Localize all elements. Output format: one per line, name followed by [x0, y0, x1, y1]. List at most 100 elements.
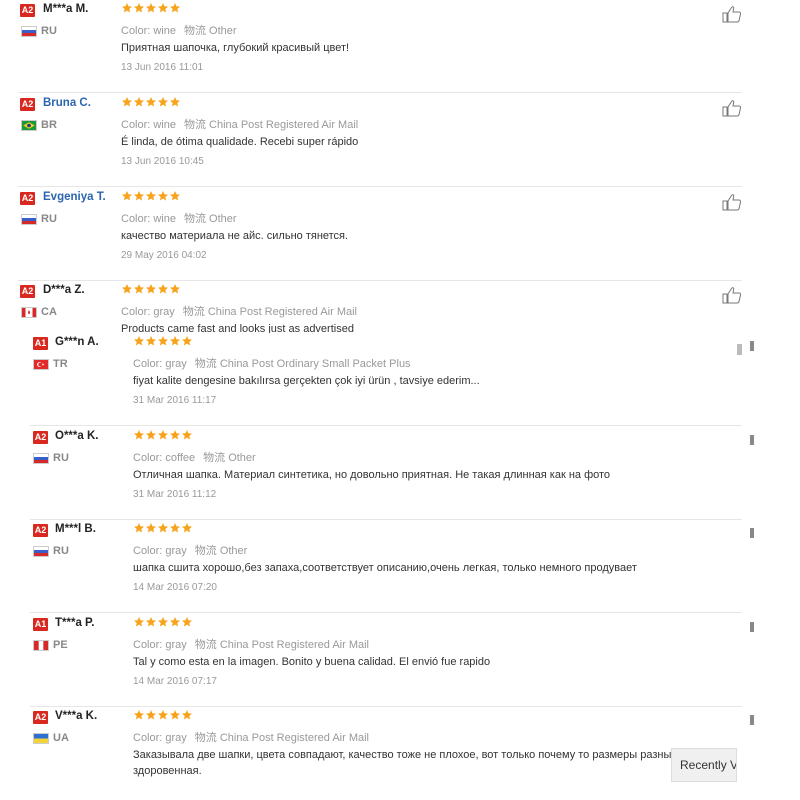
star-icon	[145, 190, 157, 202]
br-flag-icon	[21, 120, 37, 131]
color-label: Color:	[133, 639, 163, 651]
star-icon	[181, 616, 193, 628]
review-item: A2 D***a Z. CA Color: gray 物流 China Post Regi…	[0, 281, 752, 333]
shipping-label: 物流	[183, 119, 206, 131]
star-icon	[145, 96, 157, 108]
star-icon	[169, 190, 181, 202]
helpful-icon[interactable]	[750, 715, 754, 725]
buyer-level-badge: A1	[33, 337, 48, 350]
review-text: Tal y como esta en la imagen. Bonito y b…	[133, 656, 491, 668]
star-icon	[145, 522, 157, 534]
ru-flag-icon	[21, 214, 37, 225]
helpful-icon[interactable]	[750, 528, 754, 538]
shipping-label: 物流	[194, 358, 217, 370]
review-item: A1 G***n A. TR Color: gray 物流 China Post Ordi…	[12, 333, 754, 426]
star-icon	[145, 429, 157, 441]
reviewer-name: M***l B.	[55, 523, 96, 535]
tr-flag-icon	[33, 359, 49, 370]
rating-stars	[133, 616, 193, 630]
order-info: Color: gray 物流 China Post Registered Air M…	[133, 636, 369, 652]
color-value: gray	[153, 306, 175, 318]
divider	[30, 425, 742, 426]
review-text: É linda, de ótima qualidade. Recebi supe…	[121, 136, 359, 148]
star-icon	[157, 283, 169, 295]
review-item: A2 O***a K. RU Color: coffee 物流 Other Отличная…	[12, 427, 754, 520]
recently-viewed-tab[interactable]: Recently Vi	[671, 748, 737, 782]
star-icon	[169, 616, 181, 628]
reviewer-name: D***a Z.	[43, 284, 85, 296]
color-value: gray	[165, 732, 187, 744]
rating-stars	[121, 2, 181, 16]
buyer-level-badge: A2	[20, 285, 35, 298]
reviewer-country: RU	[53, 545, 69, 557]
color-value: wine	[153, 213, 176, 225]
shipping-value: Other	[209, 25, 237, 37]
star-icon	[181, 429, 193, 441]
star-icon	[133, 335, 145, 347]
color-label: Color:	[121, 25, 151, 37]
shipping-label: 物流	[203, 452, 226, 464]
star-icon	[157, 190, 169, 202]
star-icon	[121, 190, 133, 202]
reviewer-name: T***a P.	[55, 617, 95, 629]
review-text: Products came fast and looks just as adv…	[121, 323, 354, 333]
star-icon	[181, 522, 193, 534]
divider	[18, 92, 742, 93]
helpful-icon[interactable]	[750, 341, 754, 351]
buyer-level-badge: A1	[33, 618, 48, 631]
color-value: gray	[165, 639, 187, 651]
reviewer-country: RU	[53, 452, 69, 464]
thumbs-up-icon[interactable]	[722, 5, 742, 23]
star-icon	[133, 522, 145, 534]
thumbs-up-icon[interactable]	[722, 99, 742, 117]
star-icon	[157, 96, 169, 108]
reviewer-country: RU	[41, 213, 57, 225]
buyer-level-badge: A2	[20, 192, 35, 205]
rating-stars	[121, 283, 181, 297]
reviewer-name[interactable]: Evgeniya T.	[43, 191, 106, 203]
helpful-icon[interactable]	[750, 435, 754, 445]
rating-stars	[121, 190, 181, 204]
star-icon	[133, 709, 145, 721]
order-info: Color: wine 物流 China Post Registered Air M…	[121, 116, 358, 132]
divider	[18, 186, 742, 187]
ca-flag-icon	[21, 307, 37, 318]
star-icon	[145, 335, 157, 347]
order-info: Color: coffee 物流 Other	[133, 449, 256, 465]
reviewer-name: M***a M.	[43, 3, 89, 15]
review-date: 14 Mar 2016 07:17	[133, 676, 217, 687]
review-text: Приятная шапочка, глубокий красивый цвет…	[121, 42, 350, 54]
star-icon	[169, 429, 181, 441]
reviewer-country: TR	[53, 358, 68, 370]
reviewer-name[interactable]: Bruna C.	[43, 97, 91, 109]
order-info: Color: gray 物流 China Post Ordinary Small P…	[133, 355, 411, 371]
color-label: Color:	[121, 306, 151, 318]
buyer-level-badge: A2	[20, 4, 35, 17]
thumbs-up-icon[interactable]	[722, 193, 742, 211]
color-label: Color:	[133, 452, 163, 464]
shipping-label: 物流	[194, 639, 217, 651]
review-date: 13 Jun 2016 10:45	[121, 156, 204, 167]
review-date: 31 Mar 2016 11:12	[133, 489, 217, 500]
color-value: wine	[153, 25, 176, 37]
review-item: A2 M***l B. RU Color: gray 物流 Other шапка сшит…	[12, 520, 754, 613]
star-icon	[157, 429, 169, 441]
buyer-level-badge: A2	[33, 524, 48, 537]
star-icon	[181, 709, 193, 721]
shipping-value: Other	[209, 213, 237, 225]
helpful-icon[interactable]	[750, 622, 754, 632]
review-text: Отличная шапка. Материал синтетика, но д…	[133, 469, 611, 481]
review-item: A1 T***a P. PE Color: gray 物流 China Post Regi…	[12, 614, 754, 707]
buyer-level-badge: A2	[33, 431, 48, 444]
order-info: Color: gray 物流 Other	[133, 542, 247, 558]
star-icon	[181, 335, 193, 347]
star-icon	[133, 96, 145, 108]
ru-flag-icon	[21, 26, 37, 37]
star-icon	[157, 2, 169, 14]
review-item: A2 M***a M. RU Color: wine 物流 Other Приятная ш…	[0, 0, 752, 93]
rating-stars	[133, 709, 193, 723]
thumbs-up-icon[interactable]	[722, 286, 742, 304]
reviewer-name: V***a K.	[55, 710, 98, 722]
star-icon	[145, 709, 157, 721]
star-icon	[157, 335, 169, 347]
